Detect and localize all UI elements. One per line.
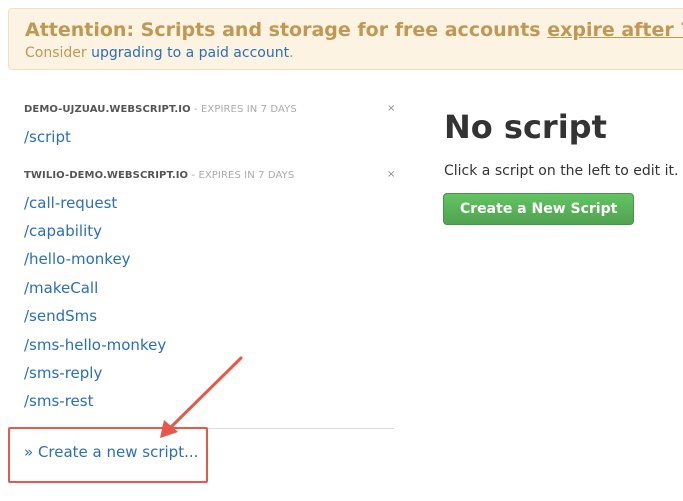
script-link[interactable]: /script	[24, 128, 71, 146]
script-link[interactable]: /call-request	[24, 194, 117, 212]
domain-header: DEMO-UJZUAU.WEBSCRIPT.IO - EXPIRES IN 7 …	[24, 104, 297, 115]
domain-expires: - EXPIRES IN 7 DAYS	[188, 170, 295, 181]
script-link[interactable]: /sms-rest	[24, 392, 93, 410]
domain-expires: - EXPIRES IN 7 DAYS	[190, 104, 297, 115]
close-icon[interactable]: ×	[387, 170, 395, 180]
main-content: No script Click a script on the left to …	[442, 0, 683, 501]
script-link[interactable]: /sms-hello-monkey	[24, 336, 166, 354]
script-link[interactable]: /sendSms	[24, 307, 97, 325]
close-icon[interactable]: ×	[387, 104, 395, 114]
domain-header: TWILIO-DEMO.WEBSCRIPT.IO - EXPIRES IN 7 …	[24, 170, 294, 181]
script-link[interactable]: /sms-reply	[24, 364, 102, 382]
script-link[interactable]: /capability	[24, 222, 102, 240]
create-new-script-button[interactable]: Create a New Script	[443, 193, 635, 225]
page-title: No script	[444, 108, 607, 146]
domain-name: DEMO-UJZUAU.WEBSCRIPT.IO	[24, 104, 191, 115]
help-text: Click a script on the left to edit it.	[444, 163, 679, 179]
script-sidebar: DEMO-UJZUAU.WEBSCRIPT.IO - EXPIRES IN 7 …	[0, 0, 400, 501]
domain-name: TWILIO-DEMO.WEBSCRIPT.IO	[24, 170, 189, 181]
script-link[interactable]: /hello-monkey	[24, 250, 131, 268]
annotation-highlight-box	[8, 427, 208, 483]
script-link[interactable]: /makeCall	[24, 279, 98, 297]
